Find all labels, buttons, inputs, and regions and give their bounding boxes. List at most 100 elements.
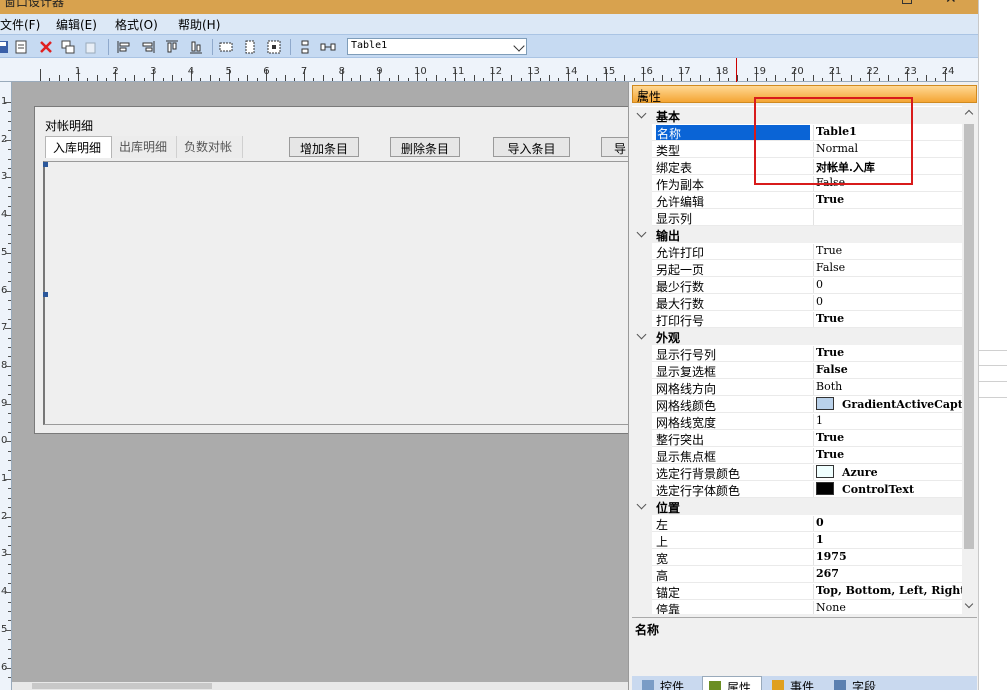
property-row[interactable]: 锚定 Top, Bottom, Left, Right xyxy=(632,583,962,600)
add-entry-button[interactable]: 增加条目 xyxy=(289,137,359,157)
property-value[interactable]: True xyxy=(813,193,962,209)
design-canvas[interactable]: 对帐明细 入库明细 出库明细 负数对帐 增加条目 删除条目 导入条目 导 xyxy=(12,82,628,682)
property-row[interactable]: 网格线宽度 1 xyxy=(632,413,962,430)
delete-icon[interactable] xyxy=(38,39,54,55)
property-category[interactable]: 外观 xyxy=(632,328,962,345)
chevron-down-icon[interactable] xyxy=(636,108,647,119)
save-icon[interactable] xyxy=(0,39,10,55)
property-value[interactable]: True xyxy=(813,244,962,260)
property-row[interactable]: 显示焦点框 True xyxy=(632,447,962,464)
horizontal-spacing-icon[interactable] xyxy=(320,39,336,55)
property-row[interactable]: 宽 1975 xyxy=(632,549,962,566)
property-grid-scrollbar[interactable] xyxy=(962,106,976,614)
canvas-horizontal-scrollbar[interactable] xyxy=(12,682,628,690)
property-row[interactable]: 另起一页 False xyxy=(632,260,962,277)
property-row[interactable]: 网格线方向 Both xyxy=(632,379,962,396)
property-row[interactable]: 网格线颜色 GradientActiveCaption xyxy=(632,396,962,413)
property-value[interactable]: ControlText xyxy=(813,482,962,498)
property-value[interactable]: 0 xyxy=(813,516,962,532)
property-value[interactable]: 0 xyxy=(813,278,962,294)
property-value[interactable]: Top, Bottom, Left, Right xyxy=(813,584,962,600)
property-value[interactable]: Azure xyxy=(813,465,962,481)
property-value[interactable]: 1 xyxy=(813,533,962,549)
property-row[interactable]: 选定行背景颜色 Azure xyxy=(632,464,962,481)
chevron-down-icon[interactable] xyxy=(513,40,525,52)
property-value[interactable]: Both xyxy=(813,380,962,396)
ruler-label: 5 xyxy=(225,66,232,77)
vertical-spacing-icon[interactable] xyxy=(297,39,313,55)
import-entry-button[interactable]: 导入条目 xyxy=(493,137,570,157)
color-swatch xyxy=(816,482,834,495)
property-value[interactable]: GradientActiveCaption xyxy=(813,397,962,413)
align-right-icon[interactable] xyxy=(140,39,156,55)
chevron-down-icon[interactable] xyxy=(636,227,647,238)
menu-help[interactable]: 帮助(H) xyxy=(178,16,220,33)
maximize-icon[interactable] xyxy=(902,0,912,4)
property-value[interactable]: True xyxy=(813,448,962,464)
property-value[interactable]: None xyxy=(813,601,962,614)
export-button[interactable]: 导 xyxy=(601,137,628,157)
menu-file[interactable]: 文件(F) xyxy=(0,16,40,33)
property-category[interactable]: 输出 xyxy=(632,226,962,243)
scrollbar-thumb[interactable] xyxy=(32,683,212,689)
property-row[interactable]: 允许编辑 True xyxy=(632,192,962,209)
property-value[interactable] xyxy=(813,210,962,226)
property-row-gutter xyxy=(632,532,652,549)
delete-entry-button[interactable]: 删除条目 xyxy=(390,137,460,157)
property-row[interactable]: 显示复选框 False xyxy=(632,362,962,379)
property-value[interactable]: 0 xyxy=(813,295,962,311)
property-category[interactable]: 位置 xyxy=(632,498,962,515)
property-row[interactable]: 最少行数 0 xyxy=(632,277,962,294)
property-row[interactable]: 显示列 xyxy=(632,209,962,226)
property-row[interactable]: 上1 xyxy=(632,532,962,549)
resize-handle[interactable] xyxy=(43,162,48,167)
property-row[interactable]: 高 267 xyxy=(632,566,962,583)
panel-tab-events[interactable]: 事件 xyxy=(766,676,826,690)
same-width-icon[interactable] xyxy=(218,39,234,55)
tab-outbound-details[interactable]: 出库明细 xyxy=(112,136,177,158)
scrollbar-thumb[interactable] xyxy=(964,124,974,549)
property-row[interactable]: 左0 xyxy=(632,515,962,532)
property-value[interactable]: 267 xyxy=(813,567,962,583)
same-height-icon[interactable] xyxy=(242,39,258,55)
chevron-down-icon[interactable] xyxy=(636,329,647,340)
align-bottom-icon[interactable] xyxy=(188,39,204,55)
menu-format[interactable]: 格式(O) xyxy=(115,16,158,33)
property-row[interactable]: 最大行数 0 xyxy=(632,294,962,311)
panel-tab-fields[interactable]: 字段 xyxy=(828,676,888,690)
property-row[interactable]: 显示行号列 True xyxy=(632,345,962,362)
chevron-down-icon[interactable] xyxy=(636,499,647,510)
property-value[interactable]: True xyxy=(813,431,962,447)
property-row[interactable]: 选定行字体颜色 ControlText xyxy=(632,481,962,498)
property-row[interactable]: 停靠 None xyxy=(632,600,962,614)
properties-list-icon[interactable] xyxy=(14,39,30,55)
property-value[interactable]: 1975 xyxy=(813,550,962,566)
scroll-down-icon[interactable] xyxy=(964,599,974,609)
copy-icon[interactable] xyxy=(60,39,76,55)
paste-icon[interactable] xyxy=(82,39,98,55)
close-icon[interactable]: ✕ xyxy=(945,0,957,7)
table1-grid[interactable] xyxy=(43,161,628,425)
ruler-tick xyxy=(633,78,635,81)
align-top-icon[interactable] xyxy=(164,39,180,55)
align-left-icon[interactable] xyxy=(116,39,132,55)
same-size-icon[interactable] xyxy=(266,39,282,55)
form-window[interactable]: 对帐明细 入库明细 出库明细 负数对帐 增加条目 删除条目 导入条目 导 xyxy=(34,106,628,434)
resize-handle[interactable] xyxy=(43,292,48,297)
property-value[interactable]: 1 xyxy=(813,414,962,430)
panel-tab-properties[interactable]: 属性 xyxy=(702,676,762,690)
ruler-tick xyxy=(8,271,11,273)
property-row[interactable]: 整行突出 True xyxy=(632,430,962,447)
property-row[interactable]: 打印行号 True xyxy=(632,311,962,328)
menu-edit[interactable]: 编辑(E) xyxy=(56,16,97,33)
scroll-up-icon[interactable] xyxy=(964,109,974,119)
tab-negative-reconcile[interactable]: 负数对帐 xyxy=(177,136,243,158)
object-selector-combo[interactable]: Table1 xyxy=(347,38,527,55)
property-value[interactable]: False xyxy=(813,261,962,277)
panel-tab-controls[interactable]: 控件 xyxy=(636,676,696,690)
property-row[interactable]: 允许打印 True xyxy=(632,243,962,260)
property-value[interactable]: True xyxy=(813,346,962,362)
property-value[interactable]: True xyxy=(813,312,962,328)
tab-inbound-details[interactable]: 入库明细 xyxy=(45,136,112,158)
property-value[interactable]: False xyxy=(813,363,962,379)
